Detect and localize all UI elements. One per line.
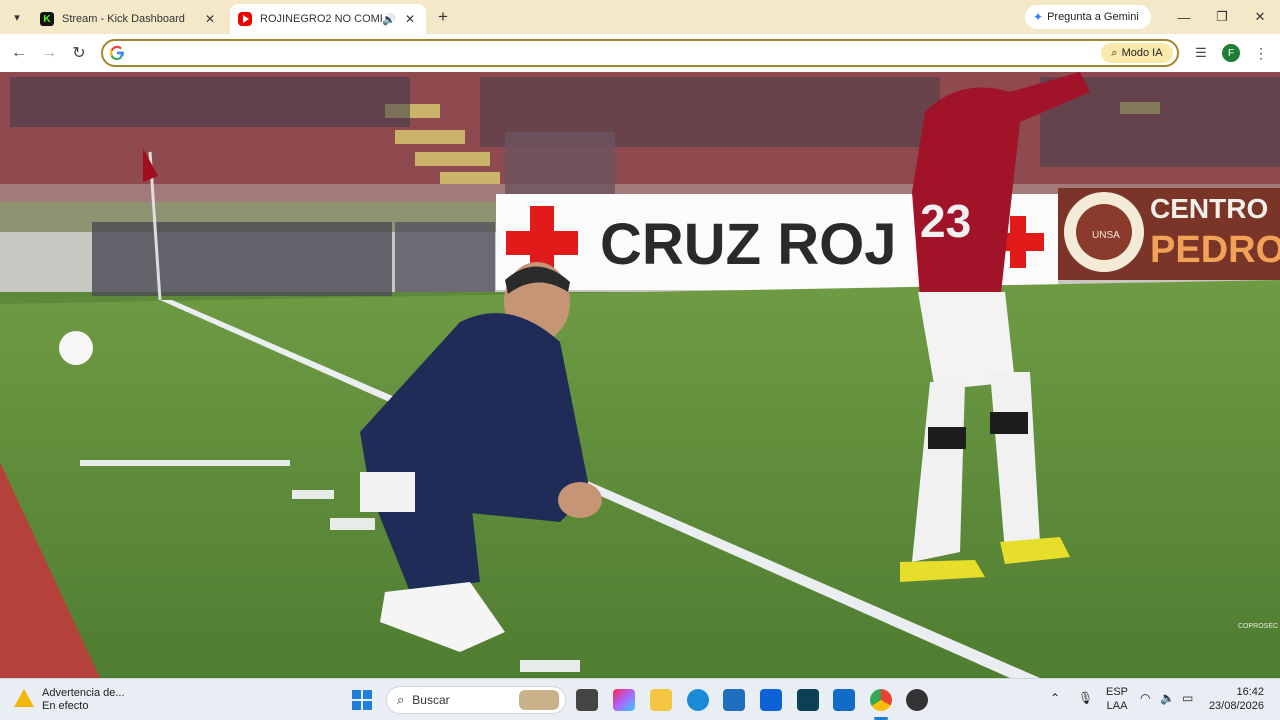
language-code: ESP — [1106, 686, 1129, 698]
tab-rojinegro[interactable]: ROJINEGRO2 NO COMPARTIR 🔊 ✕ — [230, 4, 426, 34]
microphone-icon[interactable]: 🎙 — [1078, 691, 1093, 705]
gemini-label: Pregunta a Gemini — [1047, 11, 1139, 23]
banner-text-pedro: PEDRO P — [1150, 229, 1280, 271]
gemini-sparkle-icon: ✦ — [1033, 10, 1044, 24]
volume-icon[interactable]: 🔈 — [1160, 691, 1175, 705]
wifi-icon[interactable]: ◠ — [1140, 691, 1150, 705]
pitch — [0, 280, 1280, 678]
weather-warning-widget[interactable]: Advertencia de... En efecto — [14, 687, 125, 713]
time-text: 16:42 — [1236, 686, 1264, 698]
back-button[interactable]: ← — [8, 42, 30, 64]
tab-bar: ▾ K Stream - Kick Dashboard ✕ ROJINEGRO2… — [0, 0, 1280, 34]
search-highlight-image — [519, 690, 559, 710]
warning-title: Advertencia de... — [42, 687, 125, 699]
banner-text-centro: CENTRO — [1150, 193, 1268, 224]
close-window-button[interactable]: ✕ — [1248, 6, 1272, 28]
close-tab-icon[interactable]: ✕ — [402, 12, 418, 26]
edge-icon[interactable] — [687, 689, 709, 711]
tab-search-button[interactable]: ▾ — [6, 6, 28, 28]
app-icon[interactable] — [797, 689, 819, 711]
taskbar-search[interactable]: ⌕ Buscar — [386, 686, 566, 714]
modo-ia-button[interactable]: ⌕ Modo IA — [1101, 43, 1173, 63]
seal-text: UNSA — [1092, 230, 1120, 241]
store-icon[interactable] — [723, 689, 745, 711]
minimize-button[interactable]: — — [1172, 6, 1196, 28]
more-menu-icon[interactable]: ⋮ — [1250, 42, 1272, 64]
modo-ia-label: Modo IA — [1121, 47, 1163, 59]
close-tab-icon[interactable]: ✕ — [202, 12, 218, 26]
tab-title: Stream - Kick Dashboard — [62, 13, 185, 25]
jersey-number: 23 — [920, 195, 971, 247]
speaker-icon[interactable]: 🔊 — [382, 13, 396, 26]
banner-text-left: CRUZ ROJ — [600, 212, 896, 277]
new-tab-button[interactable]: + — [432, 6, 454, 28]
windows-logo-icon — [352, 690, 361, 699]
video-player[interactable]: CRUZ ROJ UNSA CENTRO PEDRO P — [0, 72, 1280, 678]
youtube-logo-icon — [238, 12, 252, 26]
chevron-down-icon: ▾ — [14, 11, 20, 24]
address-bar[interactable]: ⌕ Modo IA — [101, 39, 1179, 67]
start-button[interactable] — [352, 690, 372, 710]
search-sparkle-icon: ⌕ — [1111, 46, 1118, 59]
warning-subtitle: En efecto — [42, 700, 89, 712]
google-logo-icon — [109, 45, 124, 61]
windows-taskbar: Advertencia de... En efecto ⌕ Buscar ⌃ 🎙… — [0, 678, 1280, 720]
date-text: 23/08/2026 — [1208, 700, 1264, 712]
clock[interactable]: 16:42 23/08/2026 — [1208, 685, 1264, 713]
tab-kick-dashboard[interactable]: K Stream - Kick Dashboard ✕ — [32, 4, 226, 34]
dropbox-icon[interactable] — [760, 689, 782, 711]
restore-button[interactable]: ❐ — [1210, 6, 1234, 28]
task-view-icon[interactable] — [576, 689, 598, 711]
keyboard-layout: LAA — [1106, 700, 1128, 712]
language-indicator[interactable]: ESP LAA — [1106, 685, 1128, 713]
reload-button[interactable]: ↻ — [68, 42, 90, 64]
kick-logo-icon: K — [40, 12, 54, 26]
search-placeholder: Buscar — [412, 693, 450, 707]
warning-icon — [14, 689, 34, 707]
battery-icon[interactable]: ▭ — [1182, 691, 1193, 705]
url-input[interactable] — [131, 44, 1091, 62]
video-frame: CRUZ ROJ UNSA CENTRO PEDRO P — [0, 72, 1280, 678]
media-controls-icon[interactable]: ☰ — [1190, 42, 1212, 64]
browser-toolbar: ← → ↻ ⌕ Modo IA ☰ F ⋮ — [0, 34, 1280, 72]
forward-button[interactable]: → — [38, 42, 60, 64]
search-icon: ⌕ — [397, 692, 405, 707]
obs-icon[interactable] — [906, 689, 928, 711]
tab-title: ROJINEGRO2 NO COMPARTIR — [260, 13, 382, 25]
chrome-icon[interactable] — [870, 689, 892, 711]
soccer-ball — [59, 331, 93, 365]
show-hidden-icons-button[interactable]: ⌃ — [1050, 691, 1060, 705]
channel-watermark: COPROSEC CAÑETE — [1238, 621, 1280, 630]
ask-gemini-button[interactable]: ✦ Pregunta a Gemini — [1025, 5, 1151, 29]
profile-avatar[interactable]: F — [1222, 44, 1240, 62]
copilot-icon[interactable] — [613, 689, 635, 711]
file-explorer-icon[interactable] — [650, 689, 672, 711]
outlook-icon[interactable] — [833, 689, 855, 711]
